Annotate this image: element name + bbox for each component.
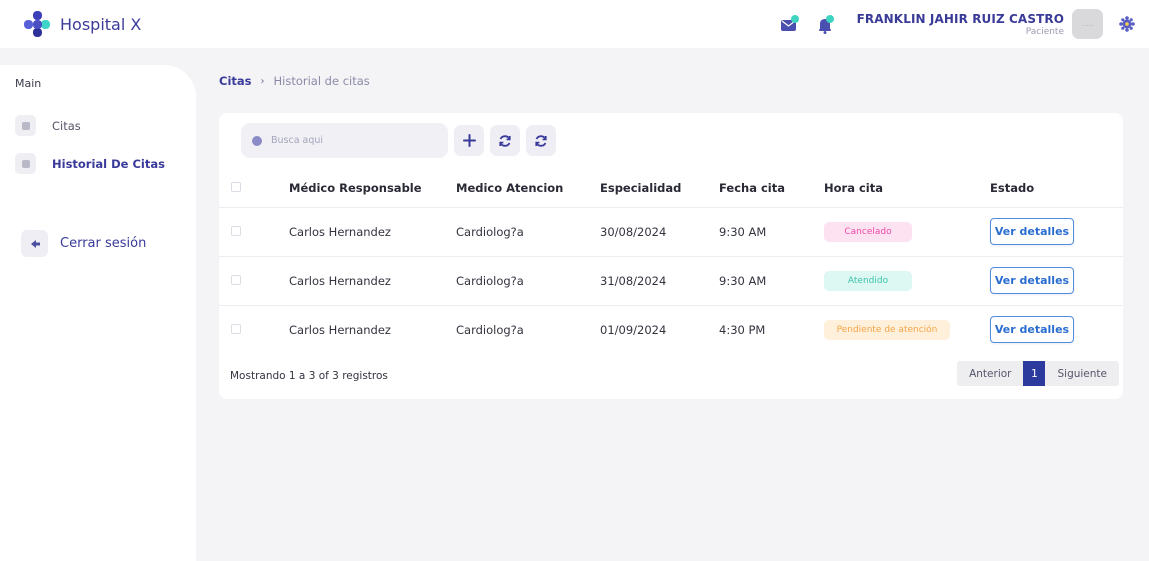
breadcrumb: Citas › Historial de citas: [219, 74, 370, 88]
sidebar-section-title: Main: [15, 77, 42, 90]
messages-icon[interactable]: [779, 13, 801, 35]
sidebar-item-label: Citas: [52, 118, 81, 133]
table-row: Carlos Hernandez Cardiolog?a 01/09/2024 …: [219, 304, 1123, 354]
cell-especialidad: 01/09/2024: [600, 304, 719, 354]
add-button[interactable]: [454, 125, 484, 156]
refresh-button[interactable]: [490, 125, 520, 156]
notifications-bell-icon[interactable]: [815, 13, 837, 35]
view-details-button[interactable]: Ver detalles: [990, 267, 1074, 294]
search-icon: [252, 135, 262, 146]
search-input[interactable]: [271, 135, 431, 146]
previous-page-button[interactable]: Anterior: [957, 361, 1024, 386]
cell-atencion: Cardiolog?a: [456, 206, 600, 256]
cell-responsable: Carlos Hernandez: [289, 255, 456, 305]
logout-icon: [21, 230, 48, 257]
brand[interactable]: Hospital X: [24, 11, 141, 37]
avatar[interactable]: .....: [1072, 9, 1103, 39]
refresh-icon: [535, 134, 547, 147]
status-badge: Atendido: [824, 270, 912, 291]
cell-especialidad: 30/08/2024: [600, 206, 719, 256]
breadcrumb-current: Historial de citas: [273, 74, 370, 88]
column-header[interactable]: Especialidad: [600, 170, 719, 207]
calendar-icon: [15, 115, 36, 136]
column-header[interactable]: Hora cita: [824, 170, 990, 207]
table-row: Carlos Hernandez Cardiolog?a 30/08/2024 …: [219, 206, 1123, 256]
app-title: Hospital X: [60, 14, 142, 34]
table-row: Carlos Hernandez Cardiolog?a 31/08/2024 …: [219, 255, 1123, 305]
cell-fecha: 9:30 AM: [719, 255, 824, 305]
cell-atencion: Cardiolog?a: [456, 255, 600, 305]
logout-label: Cerrar sesión: [60, 236, 147, 251]
hospital-logo-icon: [24, 11, 50, 37]
user-name: FRANKLIN JAHIR RUIZ CASTRO: [856, 11, 1064, 26]
user-info[interactable]: FRANKLIN JAHIR RUIZ CASTRO Paciente: [857, 12, 1064, 37]
row-checkbox[interactable]: [231, 274, 241, 285]
plus-icon: [462, 134, 476, 147]
select-all-checkbox[interactable]: [231, 182, 241, 193]
table-header-row: Médico Responsable Medico Atencion Espec…: [219, 170, 1123, 207]
cell-atencion: Cardiolog?a: [456, 304, 600, 354]
column-header[interactable]: Estado: [990, 170, 1123, 207]
view-details-button[interactable]: Ver detalles: [990, 218, 1074, 245]
row-checkbox[interactable]: [231, 225, 241, 236]
reload-button[interactable]: [526, 125, 556, 156]
row-checkbox[interactable]: [231, 323, 241, 334]
sidebar: Main Citas Historial De Citas Cerrar ses…: [0, 65, 196, 561]
sidebar-item-citas[interactable]: Citas: [15, 115, 81, 136]
column-header[interactable]: Medico Atencion: [456, 170, 600, 207]
user-role: Paciente: [1025, 26, 1064, 37]
cell-responsable: Carlos Hernandez: [289, 304, 456, 354]
sidebar-item-historial-de-citas[interactable]: Historial De Citas: [15, 153, 165, 174]
column-header[interactable]: Fecha cita: [719, 170, 824, 207]
cell-fecha: 9:30 AM: [719, 206, 824, 256]
refresh-icon: [499, 134, 511, 147]
sidebar-item-label: Historial De Citas: [52, 156, 165, 171]
top-header: Hospital X FRANKLIN JAHIR RUIZ CASTRO Pa…: [0, 0, 1149, 48]
status-badge: Pendiente de atención: [824, 319, 950, 340]
table-toolbar: [241, 123, 556, 158]
breadcrumb-root[interactable]: Citas: [219, 74, 251, 88]
appointments-table: Médico Responsable Medico Atencion Espec…: [219, 170, 1123, 354]
records-info: Mostrando 1 a 3 of 3 registros: [230, 370, 388, 382]
page-1-button[interactable]: 1: [1023, 361, 1046, 386]
settings-gear-icon[interactable]: [1119, 16, 1135, 32]
breadcrumb-chevron-icon: ›: [260, 75, 265, 87]
cell-responsable: Carlos Hernandez: [289, 206, 456, 256]
logout-button[interactable]: Cerrar sesión: [21, 230, 146, 257]
appointments-card: Médico Responsable Medico Atencion Espec…: [219, 113, 1123, 399]
status-badge: Cancelado: [824, 221, 912, 242]
history-icon: [15, 153, 36, 174]
next-page-button[interactable]: Siguiente: [1045, 361, 1119, 386]
view-details-button[interactable]: Ver detalles: [990, 316, 1074, 344]
search-box[interactable]: [241, 123, 448, 158]
cell-especialidad: 31/08/2024: [600, 255, 719, 305]
column-header[interactable]: Médico Responsable: [289, 170, 456, 207]
pagination: Anterior 1 Siguiente: [957, 361, 1119, 386]
cell-fecha: 4:30 PM: [719, 304, 824, 354]
